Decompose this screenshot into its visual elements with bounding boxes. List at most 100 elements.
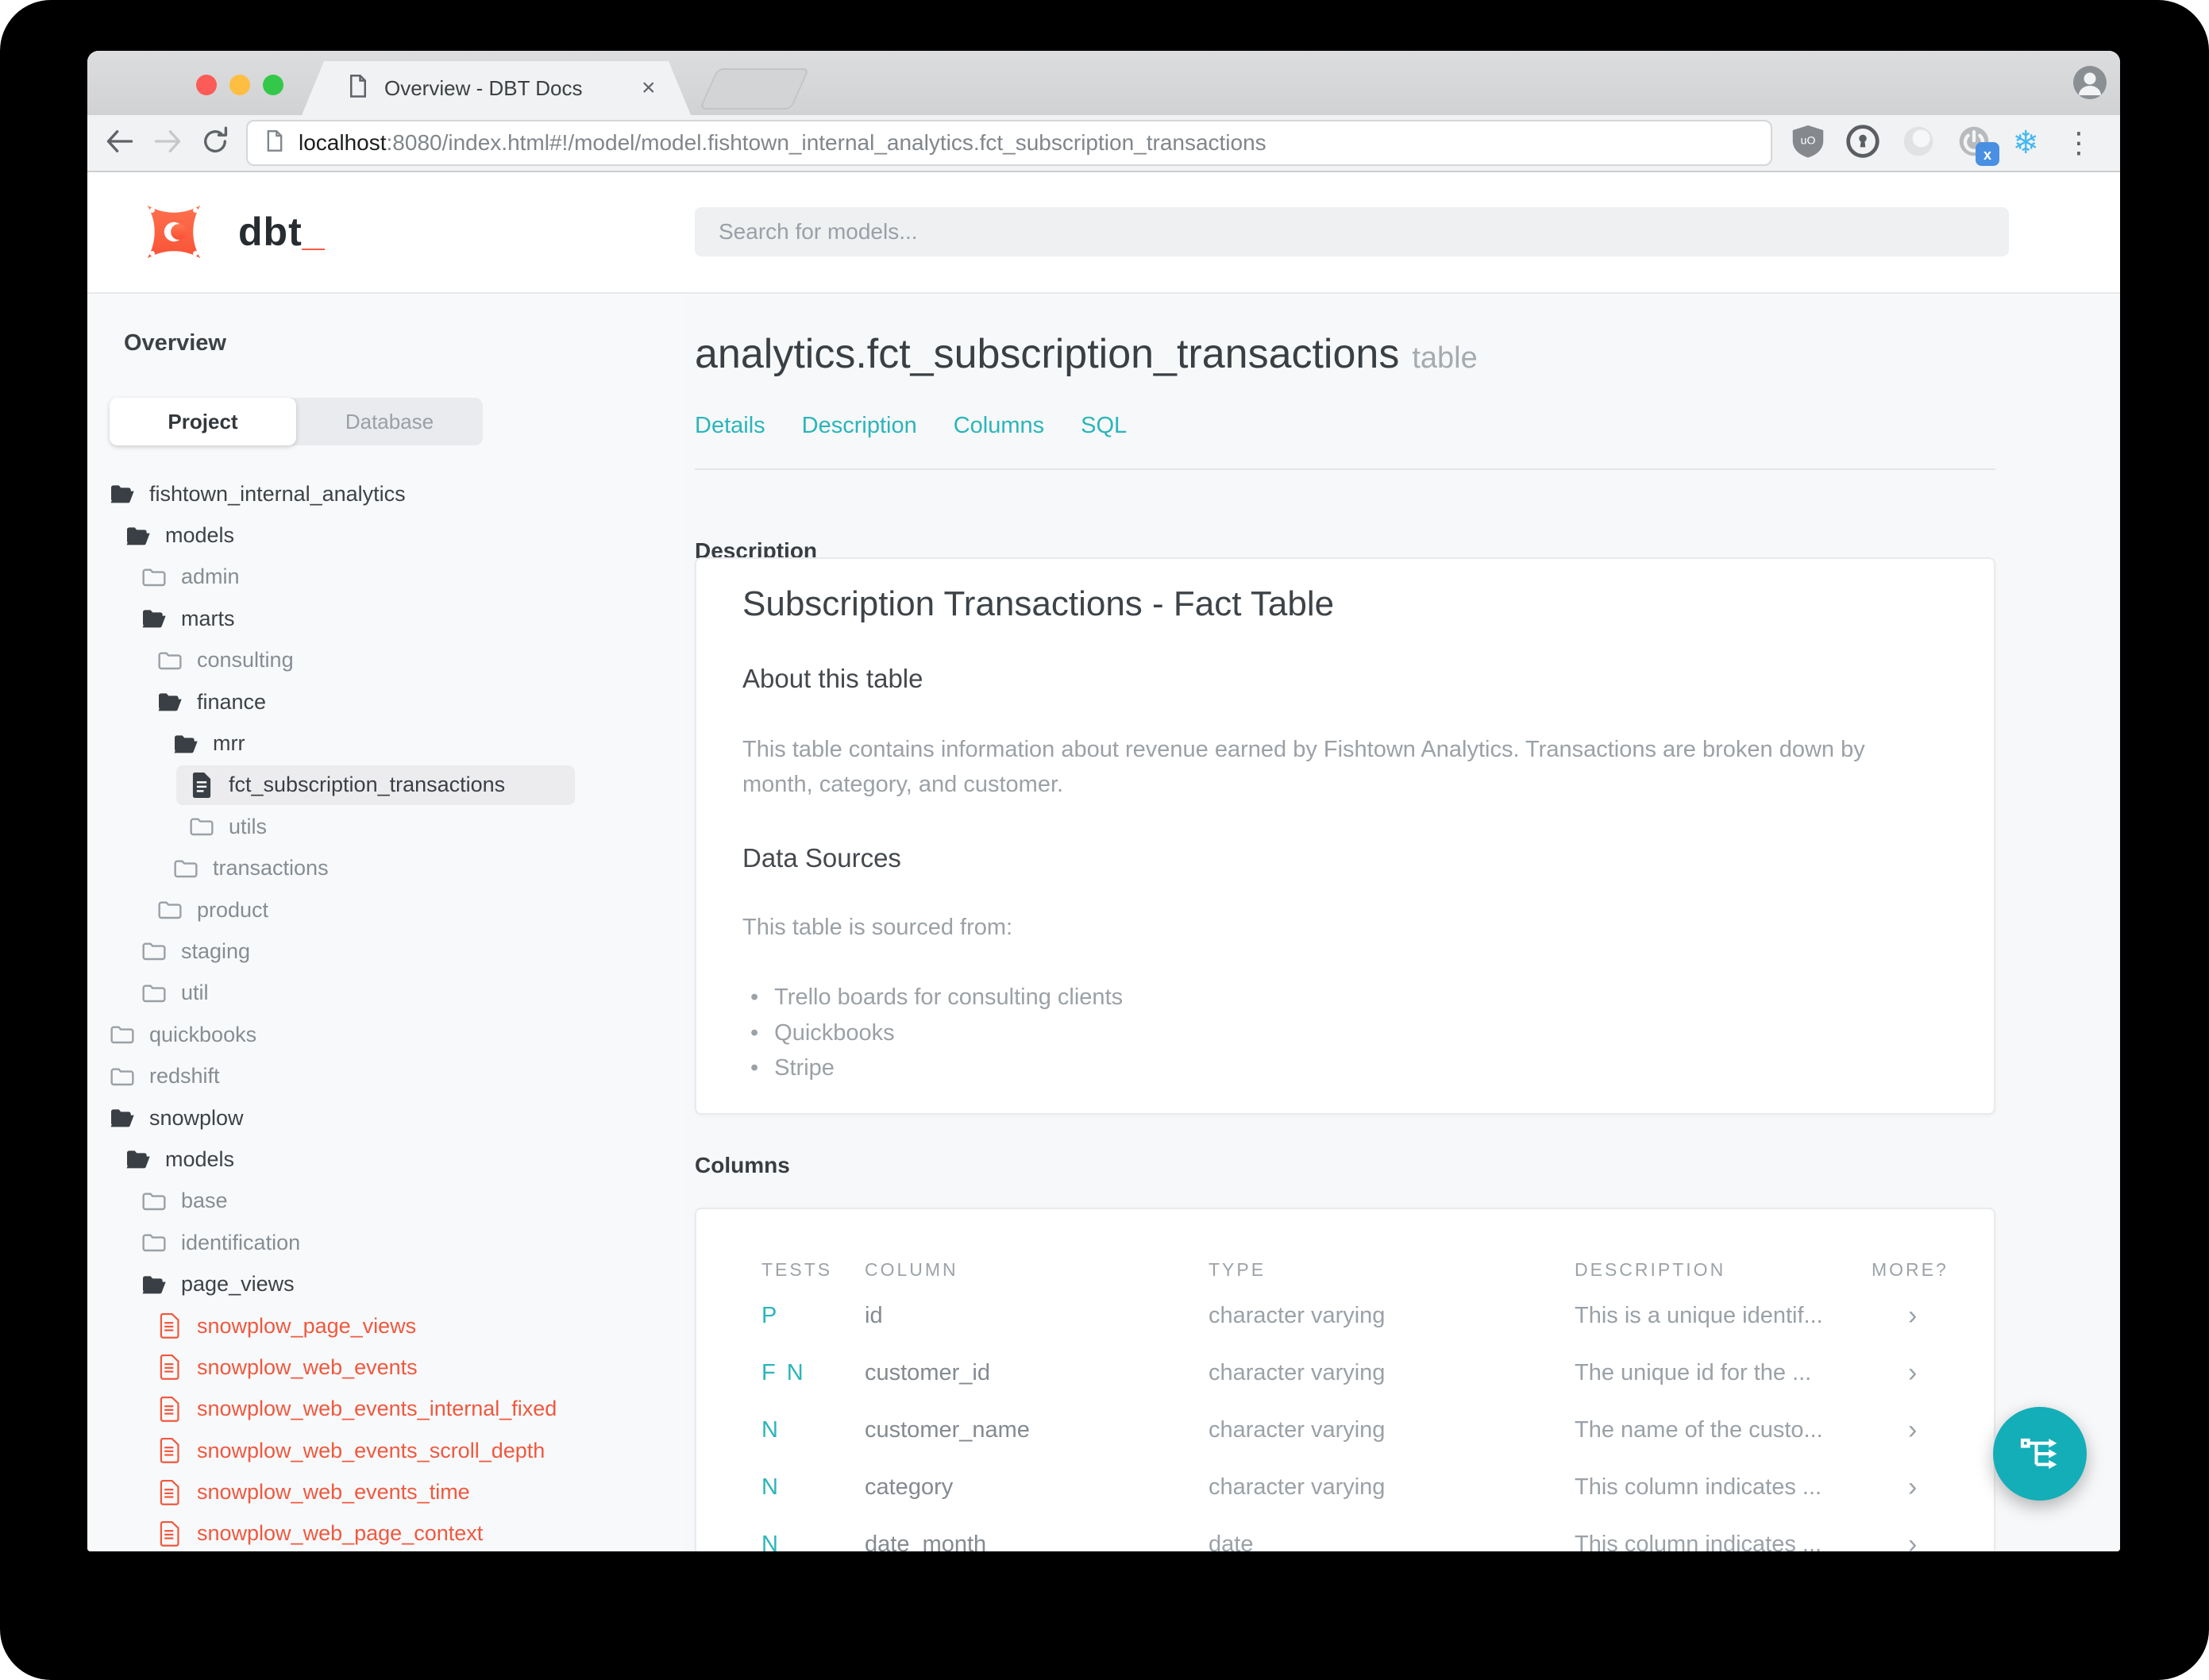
lineage-icon — [2020, 1438, 2057, 1470]
browser-tab[interactable]: Overview - DBT Docs × — [302, 61, 691, 115]
tree-item[interactable]: redshift — [87, 1055, 684, 1096]
section-nav-link[interactable]: SQL — [1081, 413, 1127, 439]
window-minimize-button[interactable] — [229, 75, 250, 95]
tree-item[interactable]: consulting — [87, 640, 684, 681]
window-zoom-button[interactable] — [263, 75, 283, 95]
cell-column: customer_name — [865, 1416, 1030, 1443]
row-expand-chevron-icon[interactable]: › — [1872, 1529, 1948, 1552]
cell-description: This is a unique identif... — [1575, 1302, 1823, 1328]
cell-type: date — [1209, 1531, 1254, 1552]
lineage-graph-button[interactable] — [1993, 1407, 2087, 1501]
browser-menu-icon[interactable]: ⋮ — [2060, 129, 2098, 157]
source-toggle: Project Database — [110, 398, 483, 445]
tree-item[interactable]: models — [87, 514, 684, 556]
new-tab-button[interactable] — [699, 68, 810, 110]
snowflake-icon[interactable]: ❄ — [2012, 127, 2039, 159]
url-path: :8080/index.html#!/model/model.fishtown_… — [386, 130, 1266, 155]
tree-item[interactable]: models — [87, 1139, 684, 1180]
sidebar-title[interactable]: Overview — [124, 330, 684, 356]
folder-icon — [110, 1068, 134, 1085]
tab-project[interactable]: Project — [110, 398, 296, 445]
row-expand-chevron-icon[interactable]: › — [1872, 1472, 1948, 1503]
tree-item[interactable]: snowplow_web_events — [87, 1347, 684, 1388]
model-file-error-icon — [160, 1438, 179, 1464]
tree-item-label: snowplow_page_views — [197, 1313, 417, 1338]
folder-open-icon — [174, 734, 198, 753]
forward-button[interactable] — [152, 128, 183, 159]
row-expand-chevron-icon[interactable]: › — [1872, 1415, 1948, 1446]
tree-item[interactable]: snowplow_page_views — [87, 1305, 684, 1347]
resource-type-badge: table — [1412, 341, 1478, 375]
extension-icons: uO x ❄ ⋮ — [1791, 124, 2098, 166]
table-row[interactable]: F N customer_id character varying The un… — [761, 1344, 1948, 1401]
tree-item[interactable]: snowplow_web_events_scroll_depth — [87, 1430, 684, 1471]
columns-card: TESTS COLUMN TYPE DESCRIPTION MORE? P id… — [695, 1208, 1995, 1551]
tree-item-label: utils — [229, 814, 268, 838]
back-button[interactable] — [105, 128, 135, 159]
tree-item-label: base — [181, 1189, 228, 1213]
cell-type: character varying — [1209, 1359, 1386, 1385]
tab-database[interactable]: Database — [296, 398, 483, 445]
folder-icon — [158, 652, 182, 669]
profile-avatar[interactable] — [2072, 65, 2107, 104]
doc-sources-heading: Data Sources — [742, 843, 901, 873]
row-expand-chevron-icon[interactable]: › — [1872, 1358, 1948, 1389]
model-file-error-icon — [160, 1520, 179, 1547]
tree-item[interactable]: fishtown_internal_analytics — [87, 473, 684, 514]
dbt-logo[interactable]: dbt_ — [137, 195, 326, 269]
folder-icon — [142, 568, 166, 587]
dbt-logo-text: dbt_ — [238, 210, 326, 254]
tree-item[interactable]: finance — [87, 681, 684, 722]
cell-type: character varying — [1209, 1302, 1386, 1328]
tree-item[interactable]: identification — [87, 1222, 684, 1263]
table-row[interactable]: N date_month date This column indicates … — [761, 1516, 1948, 1552]
columns-table-body: P id character varying This is a unique … — [742, 1287, 1948, 1552]
sidebar: Overview Project Database fishtown_inter… — [87, 294, 684, 1551]
section-nav-link[interactable]: Details — [695, 413, 765, 439]
table-row[interactable]: P id character varying This is a unique … — [761, 1287, 1948, 1344]
proxy-power-icon[interactable]: x — [1956, 124, 2000, 166]
tree-item[interactable]: admin — [87, 557, 684, 598]
folder-icon — [190, 818, 214, 836]
url-text: localhost:8080/index.html#!/model/model.… — [299, 130, 1266, 156]
folder-icon — [142, 942, 166, 961]
tree-item[interactable]: utils — [87, 806, 684, 847]
tree-item[interactable]: staging — [87, 931, 684, 972]
reload-button[interactable] — [200, 126, 230, 160]
table-row[interactable]: N category character varying This column… — [761, 1458, 1948, 1516]
model-file-error-icon — [160, 1354, 179, 1381]
tab-close-icon[interactable]: × — [642, 76, 656, 100]
tree-item[interactable]: mrr — [87, 722, 684, 764]
table-row[interactable]: N customer_name character varying The na… — [761, 1401, 1948, 1458]
cell-description: This column indicates ... — [1575, 1531, 1822, 1552]
cell-column: customer_id — [865, 1359, 990, 1385]
url-bar[interactable]: localhost:8080/index.html#!/model/model.… — [246, 120, 1773, 166]
tree-item[interactable]: snowplow — [87, 1097, 684, 1139]
folder-icon — [174, 860, 198, 877]
tree-item[interactable]: snowplow_web_page_context — [87, 1513, 684, 1551]
tree-item[interactable]: quickbooks — [87, 1014, 684, 1055]
ublock-origin-icon[interactable]: uO — [1791, 124, 1825, 163]
window-close-button[interactable] — [196, 75, 217, 95]
folder-open-icon — [142, 1275, 166, 1293]
section-nav-link[interactable]: Description — [802, 413, 917, 439]
opera-extension-icon[interactable] — [1901, 124, 1936, 163]
tree-item[interactable]: fct_subscription_transactions — [87, 765, 684, 806]
doc-sources-list: Trello boards for consulting clientsQuic… — [742, 980, 1948, 1086]
tree-item[interactable]: snowplow_web_events_internal_fixed — [87, 1389, 684, 1430]
tree-item-label: snowplow_web_events_time — [197, 1480, 470, 1505]
section-nav-link[interactable]: Columns — [954, 413, 1044, 439]
tree-item[interactable]: page_views — [87, 1263, 684, 1304]
tree-item[interactable]: marts — [87, 598, 684, 639]
tree-item[interactable]: product — [87, 889, 684, 931]
tree-item[interactable]: util — [87, 973, 684, 1014]
cell-description: This column indicates ... — [1575, 1474, 1822, 1500]
onepassword-icon[interactable] — [1845, 124, 1880, 163]
tree-item[interactable]: base — [87, 1181, 684, 1222]
cell-column: date_month — [865, 1531, 987, 1552]
search-input[interactable] — [695, 207, 2009, 256]
row-expand-chevron-icon[interactable]: › — [1872, 1300, 1948, 1331]
browser-tabstrip: Overview - DBT Docs × — [87, 51, 2120, 115]
tree-item[interactable]: transactions — [87, 848, 684, 889]
tree-item[interactable]: snowplow_web_events_time — [87, 1471, 684, 1512]
